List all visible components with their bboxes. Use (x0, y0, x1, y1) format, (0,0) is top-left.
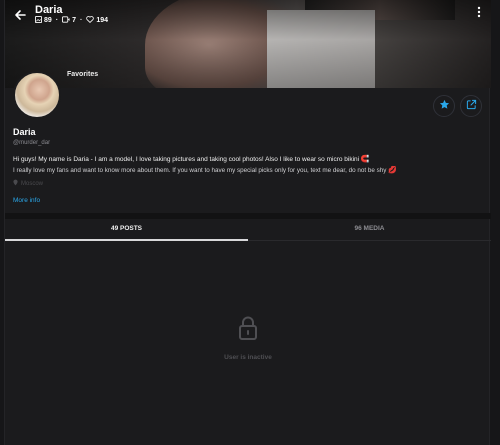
profile-handle: @murder_dar (13, 140, 51, 146)
header-title: Daria (35, 4, 63, 16)
header-stats: 89 · 7 · 194 (35, 16, 108, 25)
location: Moscow (13, 179, 43, 188)
video-icon (62, 16, 70, 25)
separator: · (80, 17, 83, 24)
magnet-emoji-icon: 🧲 (360, 156, 370, 163)
cover-image: Daria 89 · 7 · 194 Favorites (5, 0, 491, 88)
location-text: Moscow (21, 180, 44, 187)
heart-icon (86, 16, 95, 25)
empty-message: User is inactive (224, 354, 272, 361)
tab-posts[interactable]: 49 POSTS (5, 219, 248, 241)
star-icon (439, 97, 450, 115)
location-pin-icon (13, 179, 18, 188)
avatar[interactable] (13, 71, 61, 119)
likes-count: 194 (96, 17, 109, 24)
share-button[interactable] (460, 95, 482, 117)
lock-icon (237, 315, 259, 346)
content-tabs: 49 POSTS 96 MEDIA (5, 219, 491, 241)
empty-state: User is inactive (5, 315, 491, 361)
videos-count: 7 (72, 17, 77, 24)
bio-line-1: Hi guys! My name is Daria - I am a model… (13, 155, 370, 163)
bio-line-2-text: I really love my fans and want to know m… (13, 167, 387, 174)
posts-count: 89 (44, 17, 52, 24)
lips-emoji-icon: 💋 (388, 167, 397, 174)
image-icon (35, 16, 42, 25)
share-icon (466, 97, 477, 115)
tab-media[interactable]: 96 MEDIA (248, 219, 491, 240)
back-arrow-icon[interactable] (13, 8, 29, 24)
bio-line-2: I really love my fans and want to know m… (13, 166, 397, 174)
more-vertical-icon[interactable] (477, 6, 481, 20)
favorite-button[interactable] (433, 95, 455, 117)
profile-name: Daria (13, 127, 36, 137)
bio-line-1-text: Hi guys! My name is Daria - I am a model… (13, 156, 360, 163)
more-info-link[interactable]: More info (13, 197, 40, 204)
favorites-list-label[interactable]: Favorites (67, 71, 98, 78)
profile-page: Daria 89 · 7 · 194 Favorites Daria @murd… (4, 0, 491, 445)
separator: · (55, 17, 59, 24)
